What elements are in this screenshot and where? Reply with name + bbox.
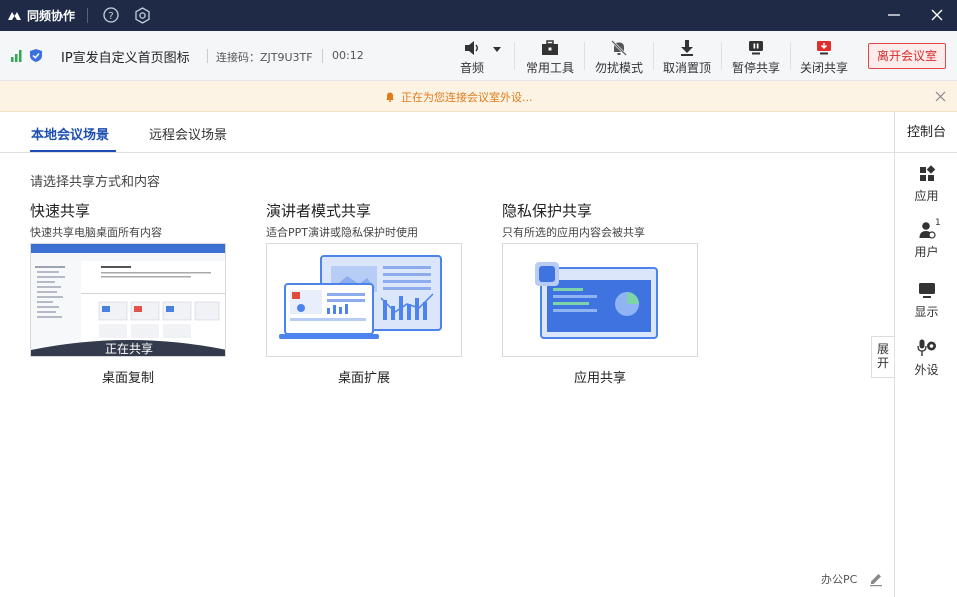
close-notice-icon[interactable]	[935, 91, 946, 102]
notice-text: 正在为您连接会议室外设...	[401, 91, 533, 104]
do-not-disturb-button[interactable]: 勿扰模式	[591, 35, 647, 77]
display-icon	[918, 283, 935, 298]
minimize-icon[interactable]	[887, 8, 901, 22]
share-prompt: 请选择共享方式和内容	[30, 175, 161, 190]
app-name: 同频协作	[27, 9, 76, 23]
title-divider	[87, 8, 88, 23]
pause-share-icon	[749, 41, 763, 55]
scene-tabs: 本地会议场景 远程会议场景	[0, 112, 894, 153]
toolbar-divider	[584, 42, 585, 70]
toolbar-divider	[514, 42, 515, 70]
console-panel: 控制台 应用 1 用户 显示 外设	[894, 112, 957, 597]
svg-text:?: ?	[108, 11, 113, 22]
option-title: 隐私保护共享	[502, 202, 593, 220]
tool-label: 取消置顶	[662, 61, 711, 75]
user-icon	[919, 222, 936, 239]
settings-icon[interactable]	[134, 7, 151, 24]
console-item-apps[interactable]: 应用	[895, 164, 957, 212]
tool-label: 常用工具	[525, 61, 574, 75]
option-description: 适合PPT演讲或隐私保护时使用	[266, 226, 418, 239]
extended-desktop-illustration	[267, 244, 461, 356]
expand-panel-button[interactable]: 展开	[871, 336, 894, 378]
tool-label: 关闭共享	[799, 61, 848, 75]
console-item-label: 外设	[914, 363, 939, 377]
peripheral-icon	[916, 339, 936, 356]
help-icon[interactable]: ?	[103, 7, 119, 23]
room-name: IP宣发自定义首页图标	[61, 51, 190, 66]
toolbar-divider	[790, 42, 791, 70]
app-share-illustration	[503, 244, 697, 356]
device-name: 办公PC	[821, 573, 858, 586]
tool-label: 勿扰模式	[594, 61, 643, 75]
console-item-display[interactable]: 显示	[895, 280, 957, 328]
option-label: 桌面复制	[101, 371, 154, 386]
option-description: 只有所选的应用内容会被共享	[502, 226, 645, 239]
tab-remote-meeting[interactable]: 远程会议场景	[149, 124, 227, 143]
option-title: 演讲者模式共享	[266, 202, 372, 220]
toolbar-divider	[721, 42, 722, 70]
desktop-extend-card[interactable]	[266, 243, 462, 357]
meeting-timer: 00:12	[332, 49, 364, 62]
leave-room-button[interactable]: 离开会议室	[868, 43, 946, 69]
console-item-label: 应用	[914, 189, 939, 203]
verified-shield-icon	[30, 49, 42, 62]
common-tools-button[interactable]: 常用工具	[522, 35, 578, 77]
connection-code: 连接码：ZJT9U3TF	[216, 51, 313, 64]
toolbox-icon	[542, 40, 558, 55]
edit-pencil-icon[interactable]	[868, 571, 884, 587]
unpin-button[interactable]: 取消置顶	[659, 35, 715, 77]
option-label: 桌面扩展	[337, 371, 390, 386]
console-title: 控制台	[895, 112, 957, 153]
meeting-toolbar: IP宣发自定义首页图标 连接码：ZJT9U3TF 00:12 音频 常用工具 勿…	[0, 31, 957, 81]
signal-icon	[11, 50, 22, 62]
stop-share-icon	[817, 41, 831, 55]
apps-icon	[919, 165, 935, 181]
stop-share-button[interactable]: 关闭共享	[796, 35, 852, 77]
app-share-card[interactable]	[502, 243, 698, 357]
tool-label: 音频	[460, 61, 485, 75]
title-bar: 同频协作 ?	[0, 0, 957, 31]
speaker-icon	[465, 41, 478, 55]
toolbar-divider	[653, 42, 654, 70]
console-item-label: 显示	[914, 305, 939, 319]
console-item-users[interactable]: 1 用户	[895, 218, 957, 268]
tab-local-meeting[interactable]: 本地会议场景	[31, 124, 109, 143]
connection-notice: 正在为您连接会议室外设...	[0, 81, 957, 112]
bell-icon	[386, 92, 394, 102]
option-description: 快速共享电脑桌面所有内容	[30, 226, 162, 239]
option-label: 应用共享	[573, 371, 626, 386]
active-tab-indicator	[30, 150, 116, 152]
sharing-status: 正在共享	[104, 342, 153, 356]
toolbar-divider	[207, 49, 208, 63]
bell-off-icon	[611, 40, 627, 56]
chevron-down-icon[interactable]	[493, 47, 501, 53]
user-count-badge: 1	[935, 218, 941, 228]
option-title: 快速共享	[30, 202, 91, 220]
audio-button[interactable]: 音频	[455, 35, 505, 77]
toolbar-divider	[322, 49, 323, 63]
unpin-icon	[681, 40, 693, 56]
desktop-copy-card[interactable]: 正在共享	[30, 243, 226, 357]
close-icon[interactable]	[930, 8, 944, 22]
console-item-peripherals[interactable]: 外设	[895, 338, 957, 386]
tool-label: 暂停共享	[731, 61, 780, 75]
app-logo-icon	[8, 12, 21, 20]
console-item-label: 用户	[914, 245, 939, 259]
pause-share-button[interactable]: 暂停共享	[728, 35, 784, 77]
